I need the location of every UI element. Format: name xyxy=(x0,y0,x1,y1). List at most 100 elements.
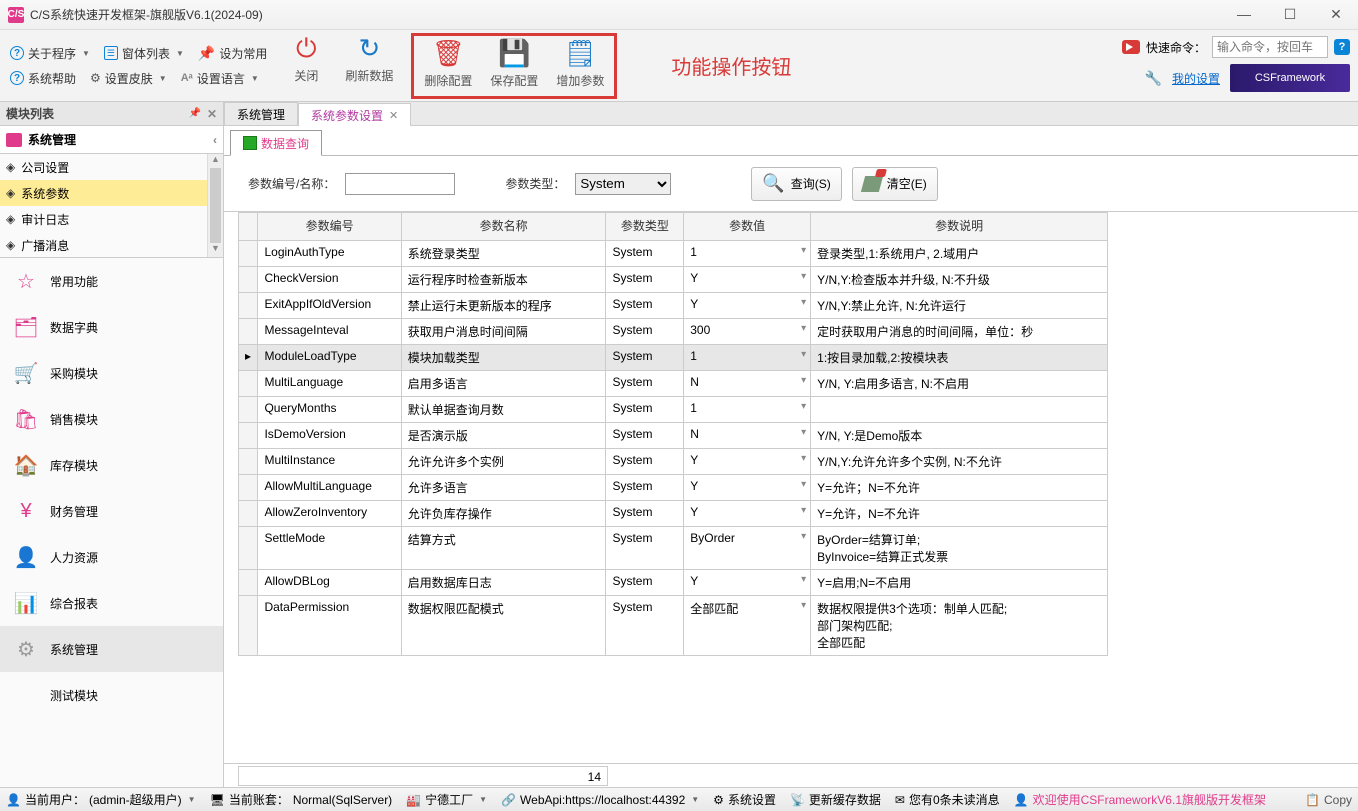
form-list-link[interactable]: ☰窗体列表▼ xyxy=(104,45,184,62)
status-syssetting[interactable]: ⚙ 系统设置 xyxy=(713,791,776,808)
table-row[interactable]: QueryMonths默认单据查询月数System1 xyxy=(239,397,1108,423)
video-icon[interactable] xyxy=(1122,40,1140,54)
scroll-up-icon[interactable]: ▲ xyxy=(208,154,223,168)
module-icon: 🛒 xyxy=(12,359,40,387)
table-row[interactable]: MessageInteval获取用户消息时间间隔System300定时获取用户消… xyxy=(239,319,1108,345)
sidebar: 模块列表 📌 ✕ 系统管理 ‹ ◈公司设置◈系统参数◈审计日志◈广播消息 ▲ ▼… xyxy=(0,102,224,787)
titlebar: C/S C/S系统快速开发框架-旗舰版V6.1(2024-09) — ☐ ✕ xyxy=(0,0,1358,30)
delete-config-button[interactable]: 🗑删除配置 xyxy=(424,38,472,89)
folder-icon xyxy=(6,133,22,147)
close-window-button[interactable]: ✕ xyxy=(1322,6,1350,23)
tree-header[interactable]: 系统管理 ‹ xyxy=(0,126,223,154)
module-item-7[interactable]: 📊综合报表 xyxy=(0,580,223,626)
module-item-0[interactable]: ☆常用功能 xyxy=(0,258,223,304)
module-item-9[interactable]: 测试模块 xyxy=(0,672,223,718)
module-icon: 👤 xyxy=(12,543,40,571)
status-bar: 👤 当前用户：(admin-超级用户)▼ 🖥 当前账套：Normal(SqlSe… xyxy=(0,787,1358,811)
tree-item-2[interactable]: ◈审计日志 xyxy=(0,206,207,232)
chevron-left-icon[interactable]: ‹ xyxy=(213,133,217,147)
quick-command-input[interactable] xyxy=(1212,36,1328,58)
status-account[interactable]: 🖥 当前账套：Normal(SqlServer) xyxy=(210,791,393,808)
close-tab-icon[interactable]: ✕ xyxy=(389,109,398,122)
tab-system-mgmt[interactable]: 系统管理 xyxy=(224,102,298,125)
cube-icon: ◈ xyxy=(6,238,15,252)
col-header-1[interactable]: 参数名称 xyxy=(401,213,606,241)
params-table: 参数编号参数名称参数类型参数值参数说明 LoginAuthType系统登录类型S… xyxy=(238,212,1108,656)
maximize-button[interactable]: ☐ xyxy=(1276,6,1304,23)
param-type-select[interactable]: System xyxy=(575,173,671,195)
my-settings-link[interactable]: 我的设置 xyxy=(1172,70,1220,87)
col-header-2[interactable]: 参数类型 xyxy=(606,213,684,241)
tree-item-0[interactable]: ◈公司设置 xyxy=(0,154,207,180)
help-icon[interactable]: ? xyxy=(1334,39,1350,55)
subtab-data-query[interactable]: 数据查询 xyxy=(230,130,322,156)
module-item-2[interactable]: 🛒采购模块 xyxy=(0,350,223,396)
trash-icon: 🗑 xyxy=(432,38,465,70)
param-id-input[interactable] xyxy=(345,173,455,195)
table-row[interactable]: IsDemoVersion是否演示版SystemNY/N, Y:是Demo版本 xyxy=(239,423,1108,449)
skin-link[interactable]: ⚙设置皮肤▼ xyxy=(90,70,167,87)
table-row[interactable]: MultiInstance允许允许多个实例SystemYY/N,Y:允许允许多个… xyxy=(239,449,1108,475)
close-panel-icon[interactable]: ✕ xyxy=(207,107,217,121)
col-header-0[interactable]: 参数编号 xyxy=(258,213,401,241)
module-icon xyxy=(12,681,40,709)
module-item-1[interactable]: 🗂数据字典 xyxy=(0,304,223,350)
table-row[interactable]: CheckVersion运行程序时检查新版本SystemYY/N,Y:检查版本并… xyxy=(239,267,1108,293)
csframework-logo[interactable]: CSFramework xyxy=(1230,64,1350,92)
module-icon: ¥ xyxy=(12,497,40,525)
close-button[interactable]: ⏻关闭 xyxy=(285,33,327,84)
table-row[interactable]: ExitAppIfOldVersion禁止运行未更新版本的程序SystemYY/… xyxy=(239,293,1108,319)
status-copy[interactable]: 📋 Copy xyxy=(1305,793,1352,807)
module-item-4[interactable]: 🏠库存模块 xyxy=(0,442,223,488)
module-item-5[interactable]: ¥财务管理 xyxy=(0,488,223,534)
language-link[interactable]: Aᵃ设置语言▼ xyxy=(181,70,259,87)
status-welcome: 👤 欢迎使用CSFrameworkV6.1旗舰版开发框架 xyxy=(1014,791,1266,808)
main-toolbar: ?关于程序▼ ☰窗体列表▼ 📌设为常用 ?系统帮助 ⚙设置皮肤▼ Aᵃ设置语言▼… xyxy=(0,30,1358,102)
add-param-button[interactable]: 🗒增加参数 xyxy=(556,38,604,89)
tab-system-params[interactable]: 系统参数设置✕ xyxy=(298,103,411,126)
search-button[interactable]: 🔍查询(S) xyxy=(751,167,841,201)
sidebar-panel-header: 模块列表 📌 ✕ xyxy=(0,102,223,126)
window-title: C/S系统快速开发框架-旗舰版V6.1(2024-09) xyxy=(30,6,1230,23)
tree-scrollbar[interactable]: ▲ ▼ xyxy=(207,154,223,257)
system-help-link[interactable]: ?系统帮助 xyxy=(10,70,76,87)
grid-footer: 14 xyxy=(224,763,1358,787)
table-row[interactable]: SettleMode结算方式SystemByOrderByOrder=结算订单;… xyxy=(239,527,1108,570)
minimize-button[interactable]: — xyxy=(1230,6,1258,23)
param-id-label: 参数编号/名称： xyxy=(248,175,335,192)
search-bar: 参数编号/名称： 参数类型： System 🔍查询(S) 清空(E) xyxy=(224,156,1358,212)
tree-item-3[interactable]: ◈广播消息 xyxy=(0,232,207,258)
status-messages[interactable]: ✉ 您有0条未读消息 xyxy=(895,791,1000,808)
table-row[interactable]: LoginAuthType系统登录类型System1登录类型,1:系统用户, 2… xyxy=(239,241,1108,267)
table-row[interactable]: AllowMultiLanguage允许多语言SystemYY=允许；N=不允许 xyxy=(239,475,1108,501)
wrench-icon: 🔧 xyxy=(1145,70,1162,87)
table-row[interactable]: ▸ModuleLoadType模块加载类型System11:按目录加载,2:按模… xyxy=(239,345,1108,371)
module-icon: 🛍 xyxy=(12,405,40,433)
about-link[interactable]: ?关于程序▼ xyxy=(10,45,90,62)
table-row[interactable]: AllowDBLog启用数据库日志SystemYY=启用;N=不启用 xyxy=(239,570,1108,596)
save-config-button[interactable]: 💾保存配置 xyxy=(490,38,538,89)
tree-item-1[interactable]: ◈系统参数 xyxy=(0,180,207,206)
pin-icon[interactable]: 📌 xyxy=(188,108,200,119)
refresh-button[interactable]: ↻刷新数据 xyxy=(345,33,393,84)
module-item-6[interactable]: 👤人力资源 xyxy=(0,534,223,580)
col-header-3[interactable]: 参数值 xyxy=(684,213,811,241)
table-row[interactable]: DataPermission数据权限匹配模式System全部匹配数据权限提供3个… xyxy=(239,596,1108,656)
module-icon: ⚙ xyxy=(12,635,40,663)
scroll-thumb[interactable] xyxy=(210,168,221,243)
table-row[interactable]: MultiLanguage启用多语言SystemNY/N, Y:启用多语言, N… xyxy=(239,371,1108,397)
module-icon: 🗂 xyxy=(12,313,40,341)
quick-command-label: 快速命令： xyxy=(1146,39,1206,56)
app-icon: C/S xyxy=(8,7,24,23)
status-user[interactable]: 👤 当前用户：(admin-超级用户)▼ xyxy=(6,791,196,808)
status-webapi[interactable]: 🔗 WebApi:https://localhost:44392▼ xyxy=(501,793,699,807)
table-row[interactable]: AllowZeroInventory允许负库存操作SystemYY=允许，N=不… xyxy=(239,501,1108,527)
set-default-link[interactable]: 📌设为常用 xyxy=(198,45,267,62)
module-item-8[interactable]: ⚙系统管理 xyxy=(0,626,223,672)
col-header-4[interactable]: 参数说明 xyxy=(811,213,1108,241)
status-factory[interactable]: 🏭 宁德工厂▼ xyxy=(406,791,487,808)
module-item-3[interactable]: 🛍销售模块 xyxy=(0,396,223,442)
scroll-down-icon[interactable]: ▼ xyxy=(208,243,223,257)
status-cache[interactable]: 📡 更新缓存数据 xyxy=(790,791,881,808)
clear-button[interactable]: 清空(E) xyxy=(852,167,938,201)
